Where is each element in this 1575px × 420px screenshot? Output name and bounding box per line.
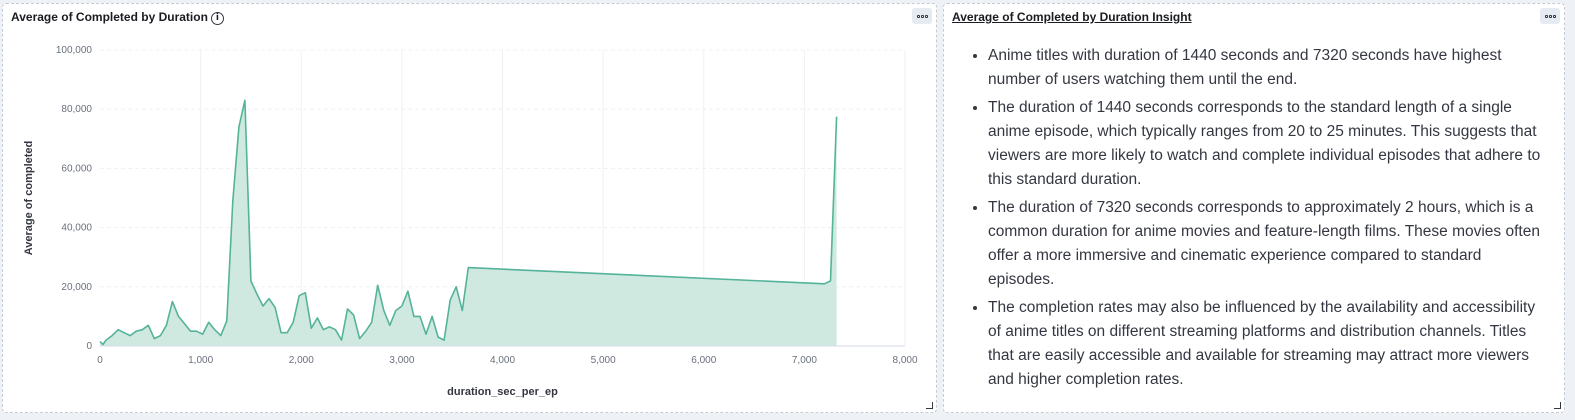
resize-handle-icon[interactable]	[926, 402, 933, 409]
chart-panel: Average of Completed by Duration i 0 20,00…	[2, 3, 937, 413]
series-area	[100, 100, 837, 346]
x-axis-title: duration_sec_per_ep	[447, 386, 558, 398]
y-tick-label: 60,000	[61, 163, 92, 174]
y-tick-label: 20,000	[61, 282, 92, 293]
ellipsis-icon-dot	[1544, 14, 1548, 18]
x-tick-label: 0	[97, 355, 103, 366]
x-tick-label: 7,000	[792, 355, 817, 366]
x-tick-label: 6,000	[691, 355, 716, 366]
insight-list: Anime titles with duration of 1440 secon…	[968, 44, 1548, 396]
x-tick-label: 4,000	[490, 355, 515, 366]
insight-bullet: The duration of 1440 seconds corresponds…	[988, 96, 1548, 192]
y-tick-label: 0	[86, 341, 92, 352]
ellipsis-icon-dot	[1548, 14, 1552, 18]
insight-panel-title[interactable]: Average of Completed by Duration Insight	[952, 10, 1192, 24]
resize-handle-icon[interactable]	[1554, 402, 1561, 409]
insight-bullet: Anime titles with duration of 1440 secon…	[988, 44, 1548, 92]
x-tick-label: 3,000	[389, 355, 414, 366]
area-chart: 0 20,000 40,000 60,000 80,000 100,000 0 1,000 2,…	[23, 45, 918, 398]
x-tick-label: 2,000	[289, 355, 314, 366]
y-tick-label: 40,000	[61, 223, 92, 234]
insight-bullet: The completion rates may also be influen…	[988, 296, 1548, 392]
y-axis-title: Average of completed	[23, 141, 35, 256]
y-tick-label: 80,000	[61, 104, 92, 115]
panel-options-button[interactable]	[1540, 8, 1560, 24]
ellipsis-icon-dot	[1552, 14, 1556, 18]
y-tick-label: 100,000	[56, 45, 93, 56]
insight-bullet: The duration of 7320 seconds corresponds…	[988, 196, 1548, 292]
x-tick-label: 8,000	[892, 355, 917, 366]
x-tick-label: 5,000	[591, 355, 616, 366]
x-tick-label: 1,000	[188, 355, 213, 366]
insight-panel: Average of Completed by Duration Insight…	[943, 3, 1565, 413]
